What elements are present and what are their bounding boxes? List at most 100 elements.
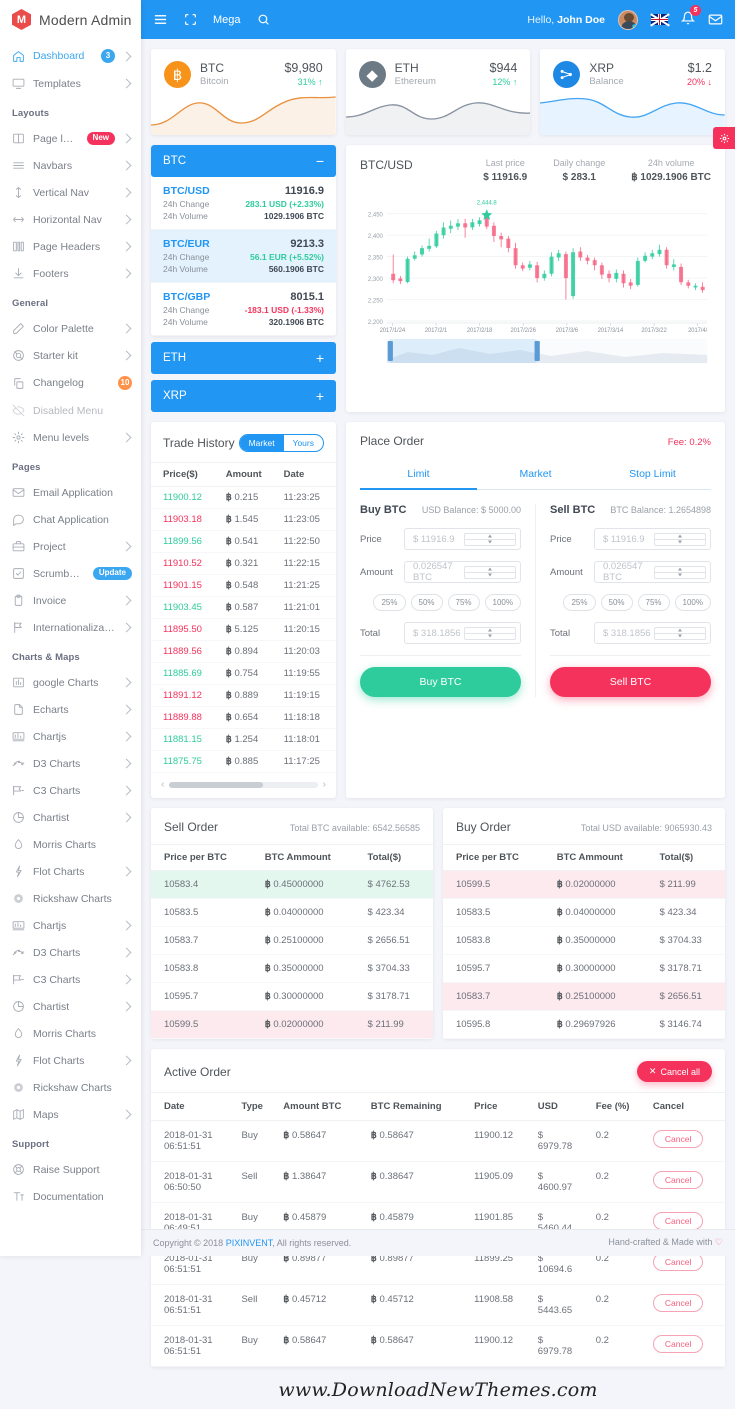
sidebar-item-morris-charts[interactable]: Morris Charts bbox=[0, 1020, 141, 1047]
scroll-right-icon[interactable]: › bbox=[323, 779, 326, 790]
sidebar-item-email-application[interactable]: Email Application bbox=[0, 479, 141, 506]
horizontal-scrollbar[interactable] bbox=[169, 781, 318, 788]
sidebar-item-rickshaw-charts[interactable]: Rickshaw Charts bbox=[0, 1074, 141, 1101]
settings-cog-icon[interactable] bbox=[713, 127, 735, 149]
percent-button-75[interactable]: 75% bbox=[637, 594, 670, 611]
search-icon[interactable] bbox=[257, 13, 270, 26]
toggle-yours[interactable]: Yours bbox=[284, 435, 323, 451]
buy-price-stepper[interactable] bbox=[463, 532, 516, 546]
pair-row-btc-eur[interactable]: BTC/EUR 9213.3 24h Change 56.1 EUR (+5.52%)… bbox=[151, 230, 336, 283]
sidebar-item-navbars[interactable]: Navbars bbox=[0, 152, 141, 179]
sidebar-item-templates[interactable]: Templates bbox=[0, 70, 141, 97]
buy-amount-placeholder: 0.026547 BTC bbox=[413, 561, 453, 583]
avatar[interactable] bbox=[618, 9, 638, 30]
cancel-row-button[interactable]: Cancel bbox=[652, 1294, 704, 1312]
brand[interactable]: M Modern Admin bbox=[0, 0, 141, 39]
percent-button-100[interactable]: 100% bbox=[484, 594, 521, 611]
scroll-left-icon[interactable]: ‹ bbox=[161, 779, 164, 790]
accordion-header-btc[interactable]: BTC − bbox=[151, 145, 336, 177]
notification-bell-icon[interactable]: 5 bbox=[680, 5, 701, 28]
percent-button-100[interactable]: 100% bbox=[674, 594, 711, 611]
hamburger-icon[interactable] bbox=[153, 12, 168, 27]
fullscreen-icon[interactable] bbox=[184, 13, 197, 26]
percent-button-25[interactable]: 25% bbox=[373, 594, 406, 611]
sidebar-item-chat-application[interactable]: Chat Application bbox=[0, 506, 141, 533]
sidebar-item-raise-support[interactable]: Raise Support bbox=[0, 1156, 141, 1183]
sidebar-item-chartist[interactable]: Chartist bbox=[0, 804, 141, 831]
pair-row-btc-usd[interactable]: BTC/USD 11916.9 24h Change 283.1 USD (+2.33… bbox=[151, 177, 336, 230]
plus-icon-eth[interactable]: + bbox=[316, 351, 324, 365]
sidebar-item-color-palette[interactable]: Color Palette bbox=[0, 315, 141, 342]
sidebar-item-c3-charts[interactable]: C3 Charts bbox=[0, 966, 141, 993]
sidebar-item-chartjs[interactable]: Chartjs bbox=[0, 912, 141, 939]
sidebar-item-chartjs[interactable]: Chartjs bbox=[0, 723, 141, 750]
tab-stop-limit[interactable]: Stop Limit bbox=[594, 462, 711, 489]
plus-icon-xrp[interactable]: + bbox=[316, 389, 324, 403]
sidebar-item-d3-charts[interactable]: D3 Charts bbox=[0, 939, 141, 966]
sidebar-item-documentation[interactable]: Documentation bbox=[0, 1183, 141, 1210]
sidebar-item-scrumboard[interactable]: Scrumboard Update bbox=[0, 560, 141, 587]
cancel-row-button[interactable]: Cancel bbox=[652, 1130, 704, 1148]
sidebar-item-page-layouts[interactable]: Page layouts New bbox=[0, 125, 141, 152]
trade-history-toggle[interactable]: Market Yours bbox=[238, 434, 324, 452]
sell-price-stepper[interactable] bbox=[653, 532, 706, 546]
sidebar-item-flot-charts[interactable]: Flot Charts bbox=[0, 858, 141, 885]
sidebar-item-project[interactable]: Project bbox=[0, 533, 141, 560]
cancel-all-button[interactable]: ✕ Cancel all bbox=[636, 1061, 712, 1082]
buy-amount-stepper[interactable] bbox=[463, 565, 516, 579]
tab-limit[interactable]: Limit bbox=[360, 462, 477, 490]
pair-row-btc-gbp[interactable]: BTC/GBP 8015.1 24h Change -183.1 USD (-1.33… bbox=[151, 283, 336, 336]
cancel-row-button[interactable]: Cancel bbox=[652, 1212, 704, 1230]
mega-menu-button[interactable]: Mega bbox=[213, 14, 241, 26]
uk-flag-icon[interactable] bbox=[649, 12, 670, 27]
sidebar-item-horizontal-nav[interactable]: Horizontal Nav bbox=[0, 206, 141, 233]
percent-button-50[interactable]: 50% bbox=[600, 594, 633, 611]
trade-history-scroller[interactable]: ‹ › bbox=[151, 773, 336, 798]
sidebar-item-rickshaw-charts[interactable]: Rickshaw Charts bbox=[0, 885, 141, 912]
accordion-header-eth[interactable]: ETH + bbox=[151, 342, 336, 374]
sidebar-item-maps[interactable]: Maps bbox=[0, 1101, 141, 1128]
cell-amount-btc: ฿ 0.58647 bbox=[277, 1120, 365, 1162]
pixinvent-link[interactable]: PIXINVENT bbox=[226, 1238, 273, 1248]
sidebar-item-echarts[interactable]: Echarts bbox=[0, 696, 141, 723]
minus-icon[interactable]: − bbox=[316, 154, 324, 168]
sidebar-item-chartist[interactable]: Chartist bbox=[0, 993, 141, 1020]
sidebar-item-invoice[interactable]: Invoice bbox=[0, 587, 141, 614]
toggle-market[interactable]: Market bbox=[239, 435, 284, 451]
sidebar-item-label: Chat Application bbox=[33, 513, 109, 526]
sidebar-item-vertical-nav[interactable]: Vertical Nav bbox=[0, 179, 141, 206]
sidebar-item-starter-kit[interactable]: Starter kit bbox=[0, 342, 141, 369]
sidebar-item-changelog[interactable]: Changelog 10 bbox=[0, 369, 141, 397]
sidebar-item-c3-charts[interactable]: C3 Charts bbox=[0, 777, 141, 804]
accordion-header-xrp[interactable]: XRP + bbox=[151, 380, 336, 412]
sidebar-item-footers[interactable]: Footers bbox=[0, 260, 141, 287]
percent-button-75[interactable]: 75% bbox=[447, 594, 480, 611]
percent-button-25[interactable]: 25% bbox=[563, 594, 596, 611]
sidebar-item-morris-charts[interactable]: Morris Charts bbox=[0, 831, 141, 858]
sell-amount-input[interactable]: 0.026547 BTC bbox=[594, 561, 711, 583]
buy-total-stepper[interactable] bbox=[463, 626, 516, 640]
sell-total-input[interactable]: $ 318.1856 bbox=[594, 622, 711, 644]
buy-amount-input[interactable]: 0.026547 BTC bbox=[404, 561, 521, 583]
sell-total-stepper[interactable] bbox=[653, 626, 706, 640]
percent-button-50[interactable]: 50% bbox=[410, 594, 443, 611]
sell-price-input[interactable]: $ 11916.9 bbox=[594, 528, 711, 550]
sidebar-item-internationalization[interactable]: Internationalization bbox=[0, 614, 141, 641]
sidebar-item-dashboard[interactable]: Dashboard 3 bbox=[0, 42, 141, 70]
sidebar-item-d3-charts[interactable]: D3 Charts bbox=[0, 750, 141, 777]
buy-price-input[interactable]: $ 11916.9 bbox=[404, 528, 521, 550]
sidebar-section-title: Charts & Maps bbox=[12, 652, 80, 663]
tab-market[interactable]: Market bbox=[477, 462, 594, 489]
sidebar-item-menu-levels[interactable]: Menu levels bbox=[0, 424, 141, 451]
cancel-row-button[interactable]: Cancel bbox=[652, 1335, 704, 1353]
buy-btc-button[interactable]: Buy BTC bbox=[360, 667, 521, 697]
sell-btc-button[interactable]: Sell BTC bbox=[550, 667, 711, 697]
buy-total-input[interactable]: $ 318.1856 bbox=[404, 622, 521, 644]
sell-amount-stepper[interactable] bbox=[653, 565, 706, 579]
sidebar-item-page-headers[interactable]: Page Headers bbox=[0, 233, 141, 260]
sidebar-item-disabled-menu[interactable]: Disabled Menu bbox=[0, 397, 141, 424]
envelope-icon[interactable] bbox=[708, 12, 723, 27]
sidebar-item-google-charts[interactable]: google Charts bbox=[0, 669, 141, 696]
sidebar-item-flot-charts[interactable]: Flot Charts bbox=[0, 1047, 141, 1074]
cancel-row-button[interactable]: Cancel bbox=[652, 1171, 704, 1189]
